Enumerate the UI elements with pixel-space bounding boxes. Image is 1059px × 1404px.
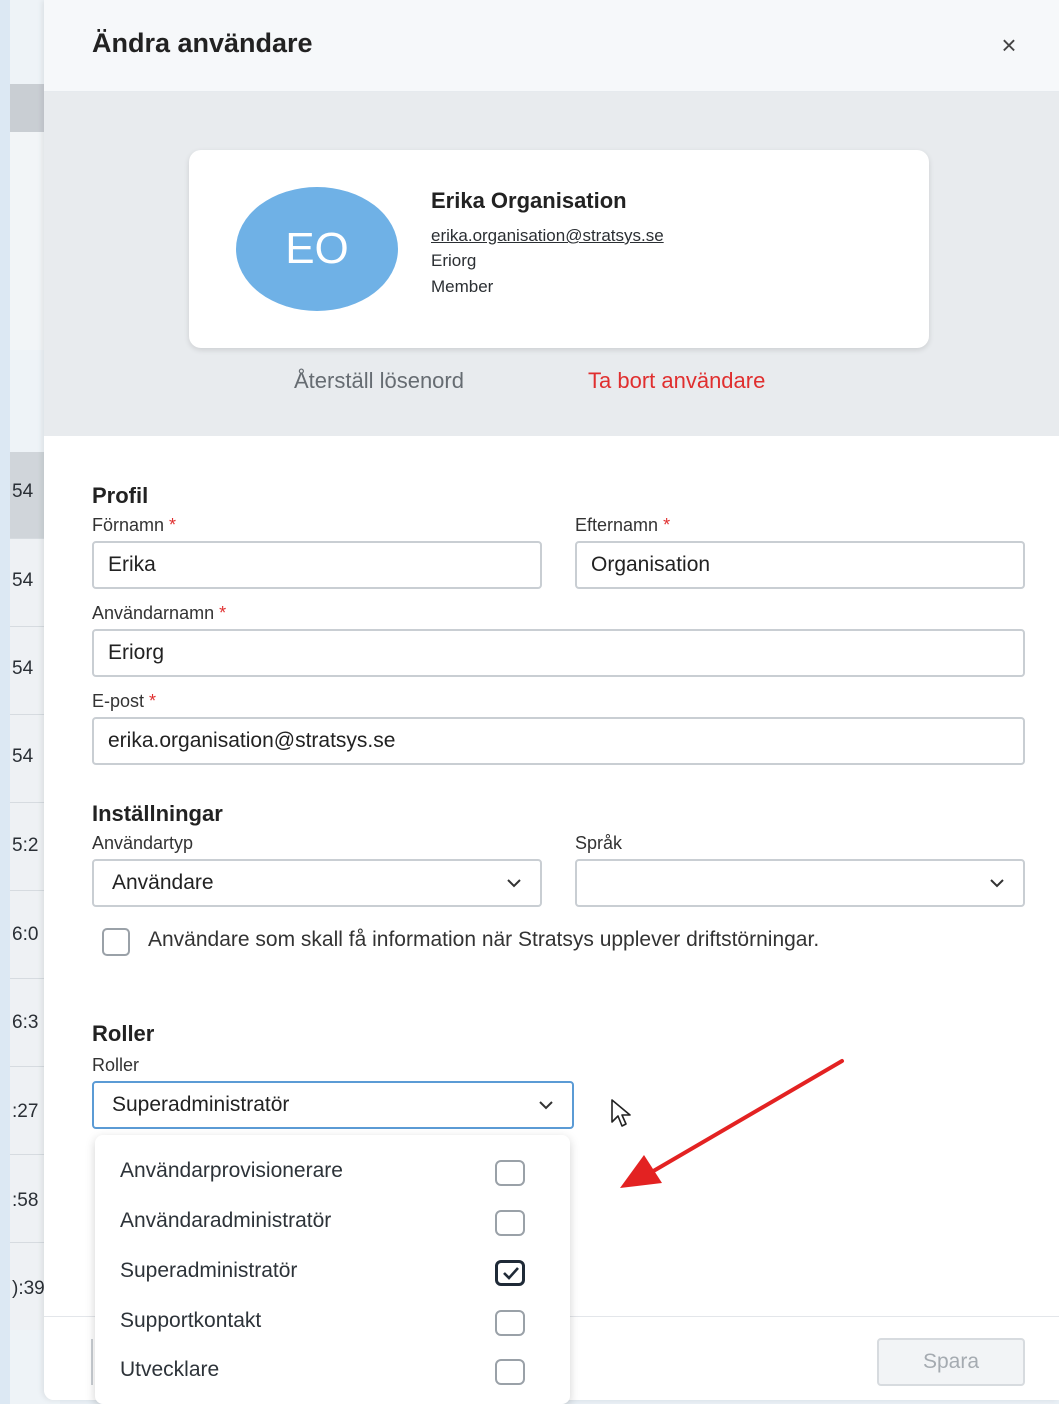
chevron-down-icon xyxy=(539,1101,553,1110)
lastname-input[interactable] xyxy=(575,541,1025,589)
close-button[interactable]: × xyxy=(994,30,1024,60)
email-label: E-post * xyxy=(92,691,156,712)
chevron-down-icon xyxy=(507,879,521,888)
roles-dropdown-menu: Användarprovisionerare Användaradministr… xyxy=(95,1135,570,1404)
role-option-checkbox[interactable] xyxy=(495,1359,525,1385)
username-input[interactable] xyxy=(92,629,1025,677)
checkmark-icon xyxy=(503,1267,519,1280)
usertype-value: Användare xyxy=(112,871,214,894)
language-label: Språk xyxy=(575,833,623,853)
role-option-user-administrator[interactable]: Användaradministratör xyxy=(95,1197,570,1247)
lastname-label-text: Efternamn xyxy=(575,515,659,535)
required-mark: * xyxy=(149,691,157,711)
role-option-developer[interactable]: Utvecklare xyxy=(95,1346,570,1396)
role-option-label: Användarprovisionerare xyxy=(120,1159,343,1182)
user-card: EO Erika Organisation erika.organisation… xyxy=(189,150,929,348)
roles-value: Superadministratör xyxy=(112,1093,290,1116)
roles-select[interactable]: Superadministratör xyxy=(92,1081,574,1129)
user-name: Erika Organisation xyxy=(431,188,627,213)
notify-checkbox-label: Användare som skall få information när S… xyxy=(148,928,820,951)
background-row-text: 54 xyxy=(12,746,34,767)
user-summary-area: EO Erika Organisation erika.organisation… xyxy=(44,92,1059,436)
username-label-text: Användarnamn xyxy=(92,603,215,623)
role-option-checkbox[interactable] xyxy=(495,1160,525,1186)
background-row-text: ):39 xyxy=(12,1278,45,1299)
settings-section-title: Inställningar xyxy=(92,801,223,826)
background-row-text: 54 xyxy=(12,481,34,502)
role-option-label: Supportkontakt xyxy=(120,1309,262,1332)
role-option-label: Utvecklare xyxy=(120,1358,220,1381)
background-edge xyxy=(0,0,10,1404)
role-option-label: Superadministratör xyxy=(120,1259,298,1282)
modal-title: Ändra användare xyxy=(92,28,313,58)
user-email-link[interactable]: erika.organisation@stratsys.se xyxy=(431,226,664,246)
lastname-label: Efternamn * xyxy=(575,515,670,536)
close-icon: × xyxy=(1001,30,1017,60)
required-mark: * xyxy=(169,515,177,535)
role-option-checkbox-checked[interactable] xyxy=(495,1260,525,1286)
profile-section-title: Profil xyxy=(92,483,149,508)
username-label: Användarnamn * xyxy=(92,603,226,624)
modal-header: Ändra användare × xyxy=(44,0,1059,92)
firstname-label: Förnamn * xyxy=(92,515,176,536)
firstname-label-text: Förnamn xyxy=(92,515,165,535)
save-button[interactable]: Spara xyxy=(877,1338,1025,1386)
role-option-super-administrator[interactable]: Superadministratör xyxy=(95,1247,570,1297)
firstname-input[interactable] xyxy=(92,541,542,589)
background-row-text: :58 xyxy=(12,1190,39,1211)
background-row-text: 54 xyxy=(12,570,34,591)
delete-user-link[interactable]: Ta bort användare xyxy=(588,368,765,394)
usertype-select[interactable]: Användare xyxy=(92,859,542,907)
notify-checkbox[interactable] xyxy=(102,928,130,956)
required-mark: * xyxy=(219,603,227,623)
roles-label: Roller xyxy=(92,1055,140,1075)
email-input[interactable] xyxy=(92,717,1025,765)
background-row-text: 5:2 xyxy=(12,835,39,856)
background-row-text: :27 xyxy=(12,1101,39,1122)
required-mark: * xyxy=(663,515,671,535)
user-type: Member xyxy=(431,277,494,296)
roles-section-title: Roller xyxy=(92,1021,155,1046)
email-label-text: E-post xyxy=(92,691,145,711)
avatar: EO xyxy=(236,187,398,311)
role-option-checkbox[interactable] xyxy=(495,1210,525,1236)
role-option-support-contact[interactable]: Supportkontakt xyxy=(95,1297,570,1347)
role-option-label: Användaradministratör xyxy=(120,1209,332,1232)
background-row-text: 54 xyxy=(12,658,34,679)
language-select[interactable] xyxy=(575,859,1025,907)
reset-password-link[interactable]: Återställ lösenord xyxy=(294,368,464,394)
role-option-checkbox[interactable] xyxy=(495,1310,525,1336)
background-row-text: 6:3 xyxy=(12,1012,39,1033)
annotation-arrow-icon xyxy=(620,1059,844,1188)
user-username: Eriorg xyxy=(431,251,477,270)
usertype-label: Användartyp xyxy=(92,833,194,853)
role-option-user-provisioner[interactable]: Användarprovisionerare xyxy=(95,1147,570,1197)
background-row-text: 6:0 xyxy=(12,924,39,945)
chevron-down-icon xyxy=(990,879,1004,888)
